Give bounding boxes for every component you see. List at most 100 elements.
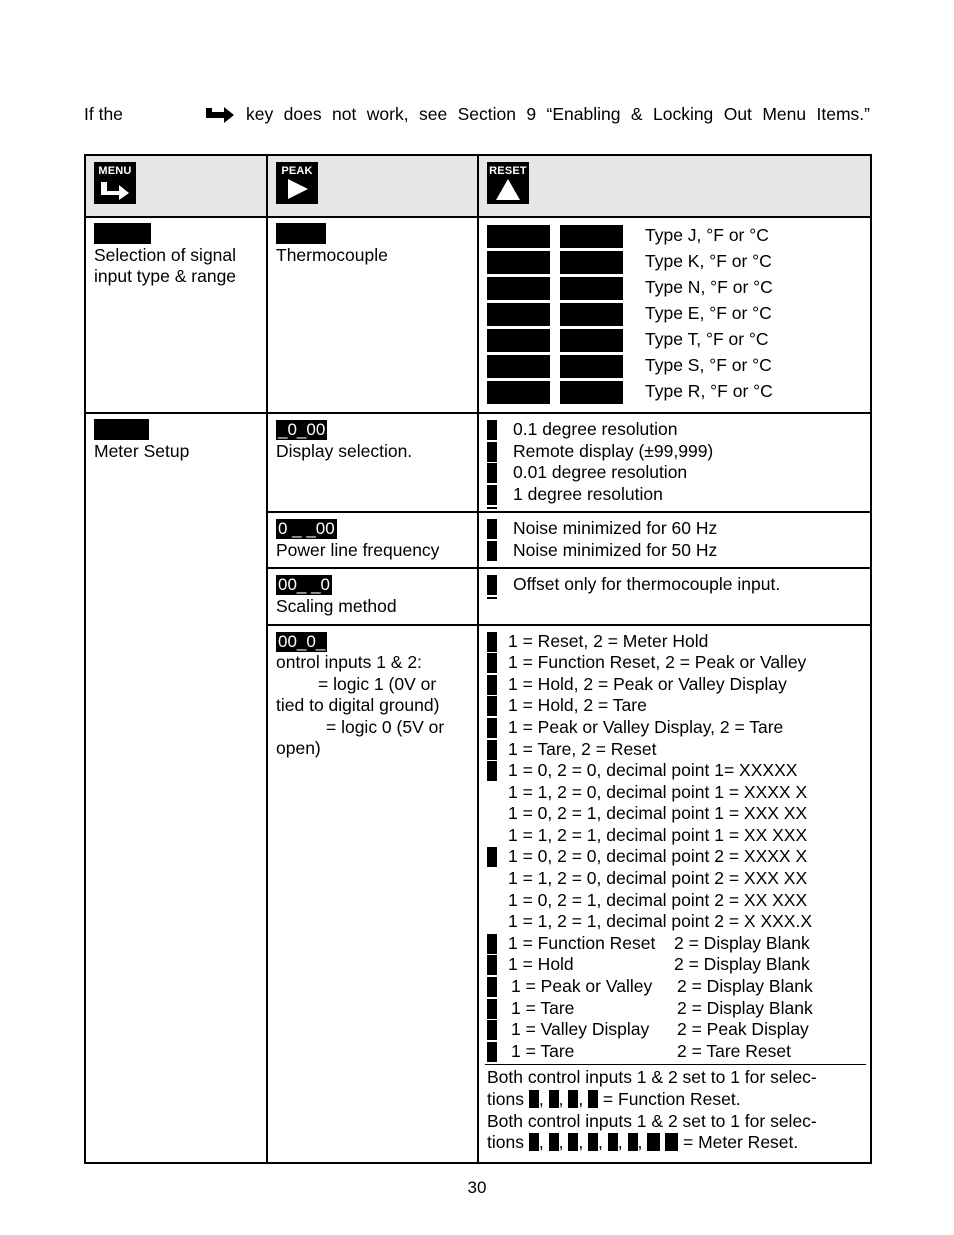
option-label: Remote display (±99,999) — [513, 440, 714, 461]
intro-prefix: If the — [84, 104, 123, 124]
thermocouple-type-item: Type S, °F or °C — [487, 353, 862, 379]
option-marker — [487, 484, 497, 507]
input-2-function: 2 = Tare Reset — [677, 1040, 791, 1061]
option-marker — [487, 463, 497, 484]
option-marker — [487, 696, 497, 717]
type-code-display — [487, 328, 550, 352]
up-triangle-icon — [496, 179, 520, 200]
display-options: 0.1 degree resolution Remote display (±99… — [479, 414, 870, 510]
option-marker — [487, 653, 497, 674]
control-option-item: 1 = 0, 2 = 1, decimal point 2 = XX XXX — [487, 890, 864, 912]
option-marker — [487, 631, 497, 652]
type-label: Type T, °F or °C — [645, 329, 769, 350]
option-label: 1 = 1, 2 = 0, decimal point 2 = XXX XX — [508, 868, 808, 889]
type-label: Type S, °F or °C — [645, 355, 772, 376]
note-2-line-2: tions , , , , , , = Meter Reset. — [487, 1132, 799, 1153]
control-option-item: 1 = Hold, 2 = Tare — [487, 695, 864, 717]
thermocouple-type-item: Type N, °F or °C — [487, 275, 862, 301]
control-code: 00_0_ — [276, 631, 328, 652]
control-pair-item: 1 = Peak or Valley 2 = Display Blank — [487, 976, 864, 998]
control-option-item: 1 = 1, 2 = 0, decimal point 1 = XXXX X — [487, 782, 864, 804]
option-label: 1 = Function Reset, 2 = Peak or Valley — [508, 652, 807, 673]
control-option-item: 1 = 0, 2 = 0, decimal point 1= XXXXX — [487, 760, 864, 782]
control-options: 1 = Reset, 2 = Meter Hold 1 = Function Re… — [487, 631, 864, 933]
menu-table: MENU PEAK RESET Selection of signal inpu… — [84, 154, 872, 1165]
option-marker — [487, 1020, 497, 1041]
option-marker — [487, 847, 497, 868]
display-row: Meter Setup _0_00 Display selection. 0.1… — [84, 411, 872, 1164]
option-label: Offset only for thermocouple input. — [513, 574, 781, 595]
thermocouple-type-list: Type J, °F or °C Type K, °F or °C Type N, … — [479, 218, 870, 410]
pair-text: 1 = Peak or Valley 2 = Display Blank — [508, 976, 813, 998]
enter-arrow-icon — [101, 182, 129, 200]
note-1-line-1: Both control inputs 1 & 2 set to 1 for s… — [487, 1067, 817, 1088]
menu-key-header: MENU — [84, 154, 268, 218]
control-option-item: 1 = Tare, 2 = Reset — [487, 739, 864, 761]
control-pair-item: 1 = Tare 2 = Display Blank — [487, 998, 864, 1020]
type-label: Type J, °F or °C — [645, 225, 769, 246]
control-option-item: 1 = Hold, 2 = Peak or Valley Display — [487, 674, 864, 696]
control-desc-2: = logic 1 (0V or — [318, 673, 437, 694]
option-label: 0.01 degree resolution — [513, 462, 688, 483]
pair-text: 1 = Function Reset 2 = Display Blank — [508, 933, 810, 955]
intro-message: key does not work, see Section 9 “Enabli… — [246, 104, 870, 124]
type-label: Type R, °F or °C — [645, 381, 773, 402]
option-marker — [487, 540, 497, 561]
display-code: _0_00 — [276, 420, 328, 440]
thermocouple-type-item: Type T, °F or °C — [487, 327, 862, 353]
option-label: 0.1 degree resolution — [513, 419, 678, 439]
option-item: 0.01 degree resolution — [487, 462, 862, 484]
option-item: 0.1 degree resolution — [487, 419, 862, 441]
control-option-item: 1 = 1, 2 = 1, decimal point 2 = X XXX.X — [487, 911, 864, 933]
scaling-options: Offset only for thermocouple input. — [479, 569, 870, 601]
type-code-display — [487, 224, 550, 248]
input-code-display — [94, 223, 151, 244]
unit-code-display — [560, 328, 623, 352]
setup-menu-desc: Meter Setup — [94, 440, 190, 461]
table-header-row: MENU PEAK RESET — [84, 154, 872, 218]
display-desc: Display selection. — [276, 440, 413, 461]
pair-text: 1 = Valley Display 2 = Peak Display — [508, 1019, 809, 1041]
unit-code-display — [560, 354, 623, 378]
option-marker — [487, 1041, 497, 1062]
control-option-item: 1 = Function Reset, 2 = Peak or Valley — [487, 652, 864, 674]
control-option-item: 1 = 1, 2 = 0, decimal point 2 = XXX XX — [487, 868, 864, 890]
unit-code-display — [560, 380, 623, 404]
option-label: 1 = Hold, 2 = Peak or Valley Display — [508, 673, 787, 694]
control-option-item: 1 = 1, 2 = 1, decimal point 1 = XX XXX — [487, 825, 864, 847]
option-label: Noise minimized for 50 Hz — [513, 539, 718, 560]
thermocouple-code-display — [276, 223, 326, 244]
control-pair-item: 1 = Tare 2 = Tare Reset — [487, 1041, 864, 1063]
pair-text: 1 = Hold 2 = Display Blank — [508, 954, 810, 976]
type-code-display — [487, 380, 550, 404]
type-label: Type K, °F or °C — [645, 251, 772, 272]
option-label: Noise minimized for 60 Hz — [513, 518, 718, 539]
option-marker — [487, 739, 497, 760]
power-desc: Power line frequency — [276, 539, 440, 560]
right-triangle-icon — [288, 179, 308, 199]
input-2-function: 2 = Display Blank — [674, 932, 810, 953]
option-item: Offset only for thermocouple input. — [487, 574, 862, 598]
option-marker — [487, 998, 497, 1019]
pair-text: 1 = Tare 2 = Tare Reset — [508, 1041, 791, 1063]
peak-key: PEAK — [276, 162, 318, 204]
thermocouple-type-item: Type K, °F or °C — [487, 249, 862, 275]
unit-code-display — [560, 276, 623, 300]
option-marker — [487, 674, 497, 695]
control-desc-5: open) — [276, 738, 321, 759]
input-2-function: 2 = Display Blank — [674, 954, 810, 975]
power-options: Noise minimized for 60 Hz Noise minimized… — [479, 513, 870, 566]
unit-code-display — [560, 250, 623, 274]
setup-code-display — [94, 419, 149, 440]
input-2-function: 2 = Display Blank — [677, 997, 813, 1018]
option-marker — [487, 761, 497, 782]
control-option-item: 1 = 0, 2 = 1, decimal point 1 = XXX XX — [487, 803, 864, 825]
scaling-desc: Scaling method — [276, 595, 397, 616]
option-label: 1 = 1, 2 = 1, decimal point 1 = XX XXX — [508, 824, 808, 845]
control-pair-item: 1 = Hold 2 = Display Blank — [487, 954, 864, 976]
option-item: Noise minimized for 50 Hz — [487, 540, 862, 562]
input-1-function: 1 = Hold — [508, 954, 574, 975]
option-label: 1 degree resolution — [513, 483, 663, 504]
control-desc-4: = logic 0 (5V or — [326, 716, 445, 737]
control-pair-item: 1 = Valley Display 2 = Peak Display — [487, 1019, 864, 1041]
